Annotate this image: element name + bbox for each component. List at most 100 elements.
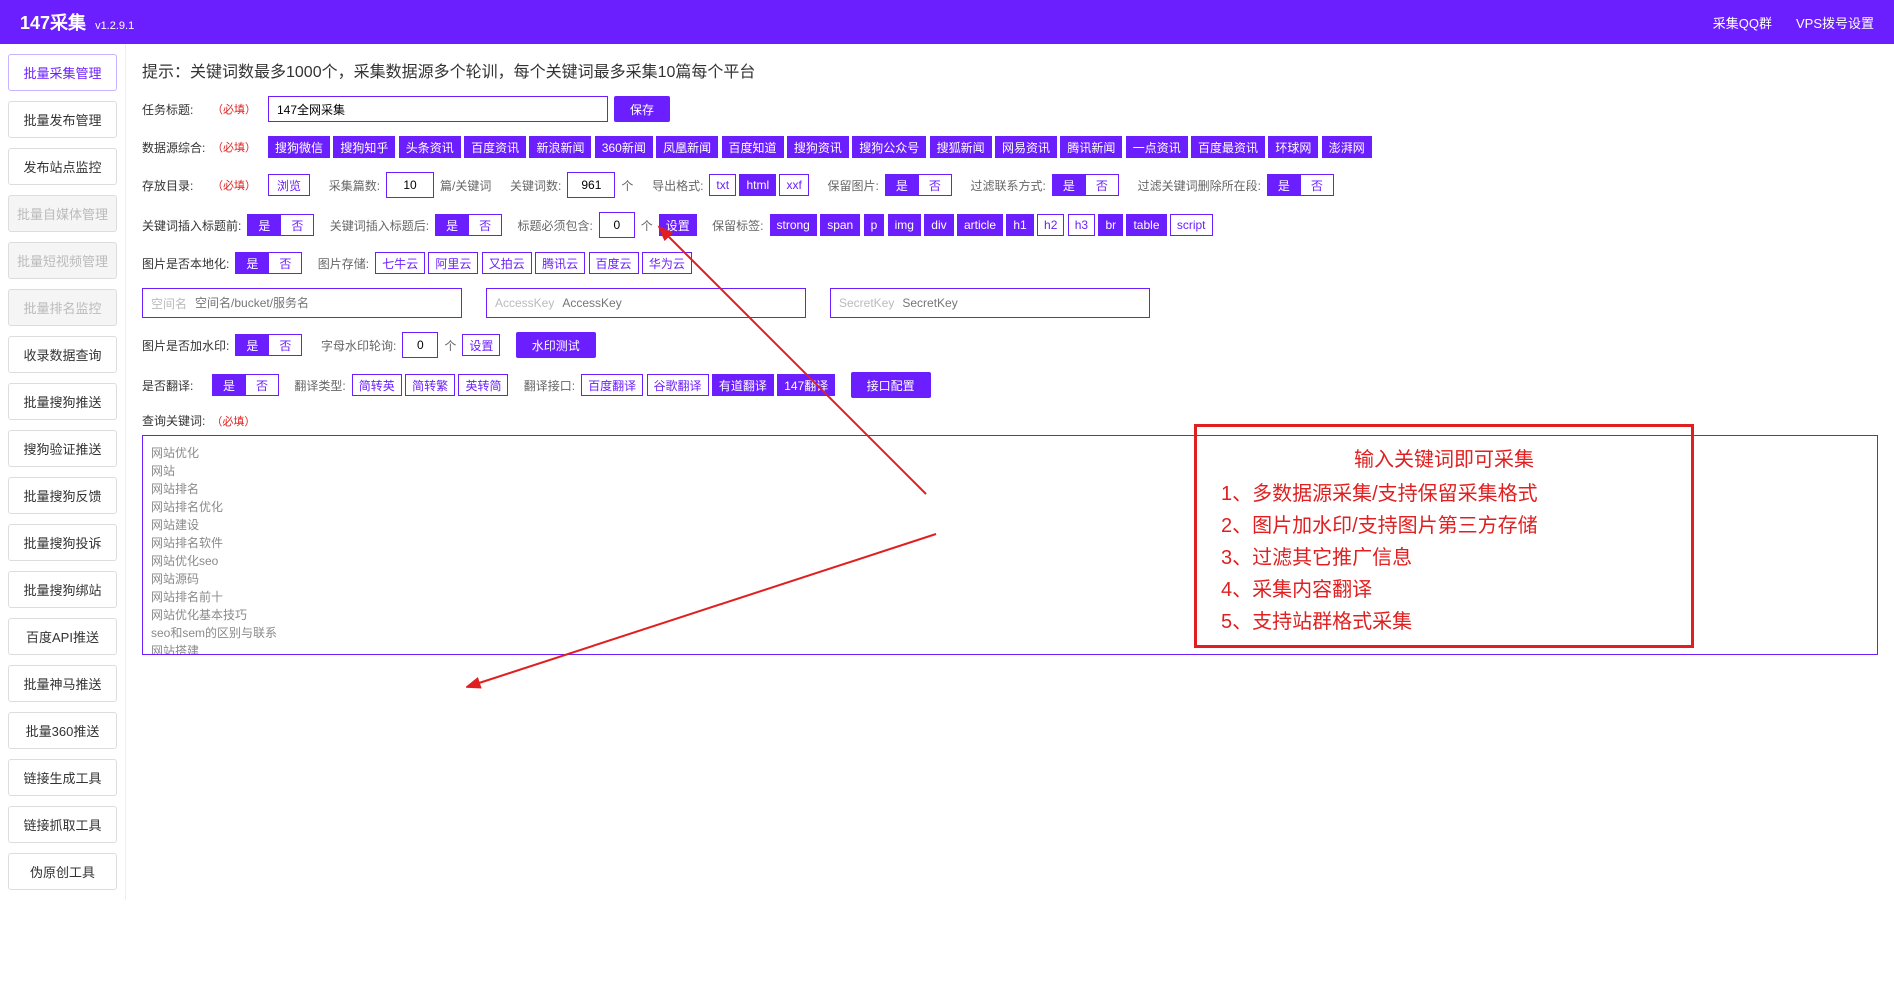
save-button[interactable]: 保存: [614, 96, 670, 122]
sk-prefix: SecretKey: [831, 296, 902, 310]
sidebar-item-9[interactable]: 批量搜狗反馈: [8, 477, 117, 514]
rotate-set-button[interactable]: 设置: [462, 334, 500, 356]
html-tag-0[interactable]: strong: [770, 214, 817, 236]
watermark-no[interactable]: 否: [269, 334, 302, 356]
kw-before-no[interactable]: 否: [281, 214, 314, 236]
browse-button[interactable]: 浏览: [268, 174, 310, 196]
count-input[interactable]: [386, 172, 434, 198]
source-tag-11[interactable]: 网易资讯: [995, 136, 1057, 158]
format-tag-0[interactable]: txt: [709, 174, 736, 196]
html-tag-7[interactable]: h2: [1037, 214, 1064, 236]
sidebar-item-10[interactable]: 批量搜狗投诉: [8, 524, 117, 561]
source-tag-10[interactable]: 搜狐新闻: [930, 136, 992, 158]
source-tag-13[interactable]: 一点资讯: [1126, 136, 1188, 158]
sidebar-item-17[interactable]: 伪原创工具: [8, 853, 117, 890]
translate-api-tag-1[interactable]: 谷歌翻译: [647, 374, 709, 396]
api-config-button[interactable]: 接口配置: [851, 372, 931, 398]
translate-yes[interactable]: 是: [212, 374, 246, 396]
html-tag-6[interactable]: h1: [1006, 214, 1033, 236]
source-tag-16[interactable]: 澎湃网: [1322, 136, 1372, 158]
sidebar-item-14[interactable]: 批量360推送: [8, 712, 117, 749]
qq-group-link[interactable]: 采集QQ群: [1713, 13, 1772, 32]
sidebar-item-12[interactable]: 百度API推送: [8, 618, 117, 655]
store-tag-4[interactable]: 百度云: [589, 252, 639, 274]
watermark-test-button[interactable]: 水印测试: [516, 332, 596, 358]
kw-before-yes[interactable]: 是: [247, 214, 281, 236]
store-tag-5[interactable]: 华为云: [642, 252, 692, 274]
sidebar-item-6[interactable]: 收录数据查询: [8, 336, 117, 373]
source-tag-7[interactable]: 百度知道: [722, 136, 784, 158]
sidebar-item-0[interactable]: 批量采集管理: [8, 54, 117, 91]
ak-input[interactable]: [562, 289, 805, 317]
format-tag-2[interactable]: xxf: [779, 174, 808, 196]
store-tag-3[interactable]: 腾讯云: [535, 252, 585, 274]
rotate-input[interactable]: [402, 332, 438, 358]
translate-type-tag-2[interactable]: 英转简: [458, 374, 508, 396]
translate-type-tag-1[interactable]: 简转繁: [405, 374, 455, 396]
source-tag-14[interactable]: 百度最资讯: [1191, 136, 1265, 158]
sidebar-item-1[interactable]: 批量发布管理: [8, 101, 117, 138]
source-tag-2[interactable]: 头条资讯: [399, 136, 461, 158]
sidebar-item-3: 批量自媒体管理: [8, 195, 117, 232]
translate-api-tag-2[interactable]: 有道翻译: [712, 374, 774, 396]
must-set-button[interactable]: 设置: [659, 214, 697, 236]
task-title-input[interactable]: [268, 96, 608, 122]
html-tag-1[interactable]: span: [820, 214, 860, 236]
sidebar-item-15[interactable]: 链接生成工具: [8, 759, 117, 796]
source-tag-3[interactable]: 百度资讯: [464, 136, 526, 158]
sidebar-item-11[interactable]: 批量搜狗绑站: [8, 571, 117, 608]
source-tag-0[interactable]: 搜狗微信: [268, 136, 330, 158]
sidebar-item-8[interactable]: 搜狗验证推送: [8, 430, 117, 467]
sidebar-item-7[interactable]: 批量搜狗推送: [8, 383, 117, 420]
filter-contact-no[interactable]: 否: [1086, 174, 1119, 196]
filter-kw-yes[interactable]: 是: [1267, 174, 1301, 196]
brand-name: 147采集: [20, 13, 86, 33]
sidebar-item-16[interactable]: 链接抓取工具: [8, 806, 117, 843]
watermark-yes[interactable]: 是: [235, 334, 269, 356]
translate-type-label: 翻译类型:: [294, 377, 345, 394]
source-tag-5[interactable]: 360新闻: [595, 136, 653, 158]
sk-input[interactable]: [902, 289, 1149, 317]
sidebar-item-13[interactable]: 批量神马推送: [8, 665, 117, 702]
source-tag-1[interactable]: 搜狗知乎: [333, 136, 395, 158]
format-tag-1[interactable]: html: [739, 174, 776, 196]
html-tag-2[interactable]: p: [864, 214, 885, 236]
kwcount-input[interactable]: [567, 172, 615, 198]
store-tag-1[interactable]: 阿里云: [428, 252, 478, 274]
img-local-yes[interactable]: 是: [235, 252, 269, 274]
store-tag-2[interactable]: 又拍云: [482, 252, 532, 274]
store-tag-0[interactable]: 七牛云: [375, 252, 425, 274]
task-row: 任务标题: （必填） 保存: [142, 96, 1878, 122]
keep-img-yes[interactable]: 是: [885, 174, 919, 196]
source-tag-6[interactable]: 凤凰新闻: [656, 136, 718, 158]
source-tag-9[interactable]: 搜狗公众号: [852, 136, 926, 158]
filter-kw-no[interactable]: 否: [1301, 174, 1334, 196]
translate-api-tag-0[interactable]: 百度翻译: [581, 374, 643, 396]
source-tag-15[interactable]: 环球网: [1268, 136, 1318, 158]
sidebar-item-2[interactable]: 发布站点监控: [8, 148, 117, 185]
space-input[interactable]: [195, 289, 461, 317]
html-tag-11[interactable]: script: [1170, 214, 1213, 236]
sidebar: 批量采集管理批量发布管理发布站点监控批量自媒体管理批量短视频管理批量排名监控收录…: [0, 44, 126, 900]
html-tag-3[interactable]: img: [888, 214, 921, 236]
html-tag-8[interactable]: h3: [1068, 214, 1095, 236]
kw-after-no[interactable]: 否: [469, 214, 502, 236]
source-tag-8[interactable]: 搜狗资讯: [787, 136, 849, 158]
html-tag-5[interactable]: article: [957, 214, 1003, 236]
html-tag-10[interactable]: table: [1126, 214, 1166, 236]
translate-api-tag-3[interactable]: 147翻译: [777, 374, 835, 396]
count-unit: 篇/关键词: [440, 177, 491, 194]
html-tag-4[interactable]: div: [924, 214, 953, 236]
topbar: 147采集 v1.2.9.1 采集QQ群 VPS拨号设置: [0, 0, 1894, 44]
keep-img-no[interactable]: 否: [919, 174, 952, 196]
vps-settings-link[interactable]: VPS拨号设置: [1796, 13, 1874, 32]
filter-contact-yes[interactable]: 是: [1052, 174, 1086, 196]
html-tag-9[interactable]: br: [1098, 214, 1123, 236]
img-local-no[interactable]: 否: [269, 252, 302, 274]
translate-type-tag-0[interactable]: 简转英: [352, 374, 402, 396]
source-tag-12[interactable]: 腾讯新闻: [1060, 136, 1122, 158]
kw-after-yes[interactable]: 是: [435, 214, 469, 236]
translate-no[interactable]: 否: [246, 374, 279, 396]
must-input[interactable]: [599, 212, 635, 238]
source-tag-4[interactable]: 新浪新闻: [529, 136, 591, 158]
